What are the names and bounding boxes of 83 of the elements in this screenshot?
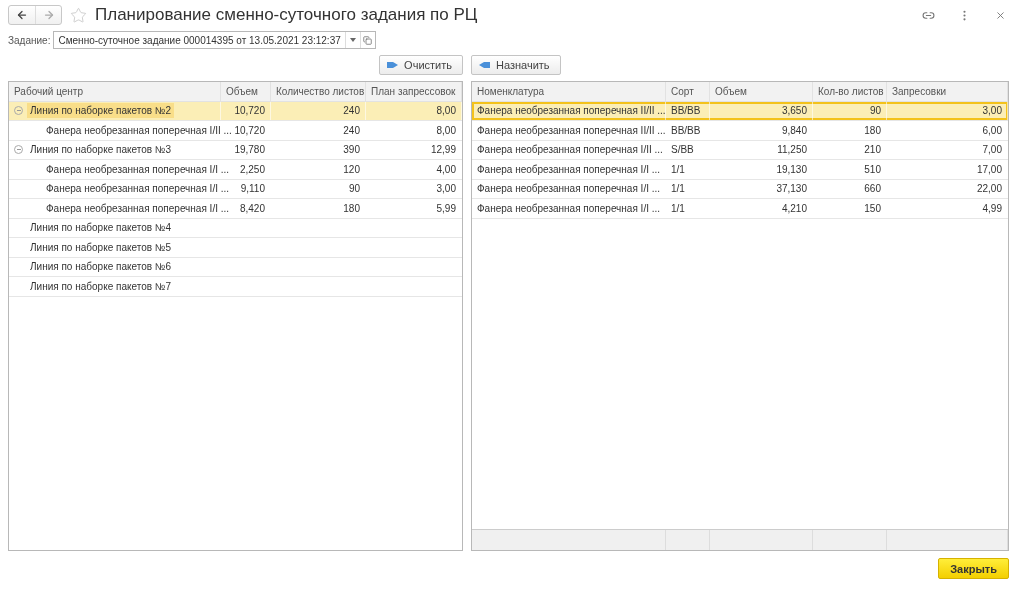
table-cell: 1/1 <box>671 202 685 214</box>
table-cell: 37,130 <box>776 183 807 195</box>
table-cell: 9,840 <box>781 124 807 136</box>
table-cell: S/BB <box>671 144 694 156</box>
table-cell: Фанера необрезанная поперечная II/II ... <box>477 124 666 136</box>
left-arrow-icon <box>479 60 490 70</box>
task-field[interactable]: Сменно-суточное задание 000014395 от 13.05.2021 23:12:37 <box>53 31 376 49</box>
column-header[interactable]: Объем <box>221 82 271 102</box>
table-cell: 660 <box>864 183 881 195</box>
table-cell: 8,00 <box>436 105 456 117</box>
table-cell: 2,250 <box>239 163 265 175</box>
table-cell: 1/1 <box>671 183 685 195</box>
assign-button[interactable]: Назначить <box>471 55 561 75</box>
table-cell: 180 <box>343 202 360 214</box>
column-header[interactable]: Рабочий центр <box>9 82 221 102</box>
column-header[interactable]: Объем <box>710 82 813 102</box>
table-cell: 11,250 <box>777 144 807 156</box>
copy-icon <box>363 35 373 45</box>
table-cell: BB/BB <box>671 105 701 117</box>
table-cell: 4,99 <box>982 202 1002 214</box>
table-cell-text: Фанера необрезанная поперечная I/I ... <box>45 201 231 216</box>
column-header[interactable]: Запресовки <box>887 82 1008 102</box>
table-row[interactable]: Фанера необрезанная поперечная II/II ... BB/BB 3,650 90 3,00 <box>472 101 1008 121</box>
table-cell: 210 <box>864 144 881 156</box>
table-cell: 240 <box>343 105 360 117</box>
table-cell: 5,99 <box>436 202 456 214</box>
table-cell: Фанера необрезанная поперечная I/I ... <box>477 202 661 214</box>
caret-icon <box>349 38 356 42</box>
table-cell: 240 <box>343 124 360 136</box>
table-cell: 22,00 <box>976 183 1002 195</box>
table-cell: 19,780 <box>234 144 265 156</box>
close-form-button[interactable]: Закрыть <box>938 558 1009 579</box>
field-label: Задание: <box>8 34 51 46</box>
right-arrow-icon <box>42 9 55 21</box>
table-cell: Линия по наборке пакетов №2 <box>27 103 175 119</box>
window-title: Планирование сменно-суточного задания по РЦ <box>95 5 479 25</box>
table-cell-text: Фанера необрезанная поперечная I/I ... <box>45 162 231 177</box>
table-cell: 8,00 <box>436 124 456 136</box>
table-cell: 120 <box>343 163 360 175</box>
table-cell: 10,720 <box>234 105 265 117</box>
table-cell: 3,00 <box>436 183 456 195</box>
table-cell: 90 <box>348 183 360 195</box>
table-cell: 8,420 <box>239 202 265 214</box>
table-cell: 510 <box>864 163 881 175</box>
table-cell-text: Линия по наборке пакетов №4 <box>29 221 173 236</box>
table-cell: Фанера необрезанная поперечная I/I ... <box>477 163 661 175</box>
table-cell: 6,00 <box>982 124 1002 136</box>
table-cell-text: Фанера необрезанная поперечная I/I ... <box>45 182 231 197</box>
right-arrow-icon <box>387 60 399 70</box>
clear-button[interactable]: Очистить <box>379 55 463 75</box>
table-cell: BB/BB <box>671 124 701 136</box>
star-icon[interactable] <box>70 6 87 24</box>
table-row[interactable]: Линия по наборке пакетов №2 10,720 240 8,00 <box>9 101 462 121</box>
column-header[interactable]: Номенклатура <box>472 82 666 102</box>
column-header[interactable]: Сорт <box>666 82 710 102</box>
table-cell-text: Фанера необрезанная поперечная I/II ... <box>45 123 233 138</box>
table-cell-text: Линия по наборке пакетов №3 <box>29 143 173 158</box>
table-cell: 7,00 <box>982 144 1002 156</box>
table-cell: 3,00 <box>982 105 1002 117</box>
table-cell: 150 <box>864 202 881 214</box>
table-cell: 12,99 <box>430 144 456 156</box>
table-cell-text: Линия по наборке пакетов №6 <box>29 260 173 275</box>
table-cell: 9,110 <box>240 183 265 195</box>
table-cell: 19,130 <box>776 163 807 175</box>
column-header[interactable]: Кол-во листов <box>813 82 887 102</box>
table-cell-text: Линия по наборке пакетов №5 <box>29 240 173 255</box>
column-header[interactable]: Количество листов <box>271 82 366 102</box>
table-cell: 180 <box>864 124 881 136</box>
left-arrow-icon <box>16 9 28 21</box>
table-cell: 3,650 <box>781 105 807 117</box>
table-cell: 4,00 <box>436 163 456 175</box>
table-cell: Фанера необрезанная поперечная II/II ... <box>477 105 666 117</box>
table-cell: 4,210 <box>781 202 807 214</box>
table-cell: 17,00 <box>976 163 1002 175</box>
table-cell: 390 <box>343 144 360 156</box>
column-header[interactable]: План запрессовок <box>366 82 462 102</box>
table-cell: Фанера необрезанная поперечная I/I ... <box>477 183 661 195</box>
table-cell-text: Линия по наборке пакетов №7 <box>29 279 173 294</box>
table-cell: 90 <box>869 105 881 117</box>
table-cell: Фанера необрезанная поперечная I/II ... <box>477 144 663 156</box>
table-cell: 10,720 <box>234 124 265 136</box>
close-icon[interactable] <box>994 9 1006 21</box>
table-cell: 1/1 <box>671 163 685 175</box>
